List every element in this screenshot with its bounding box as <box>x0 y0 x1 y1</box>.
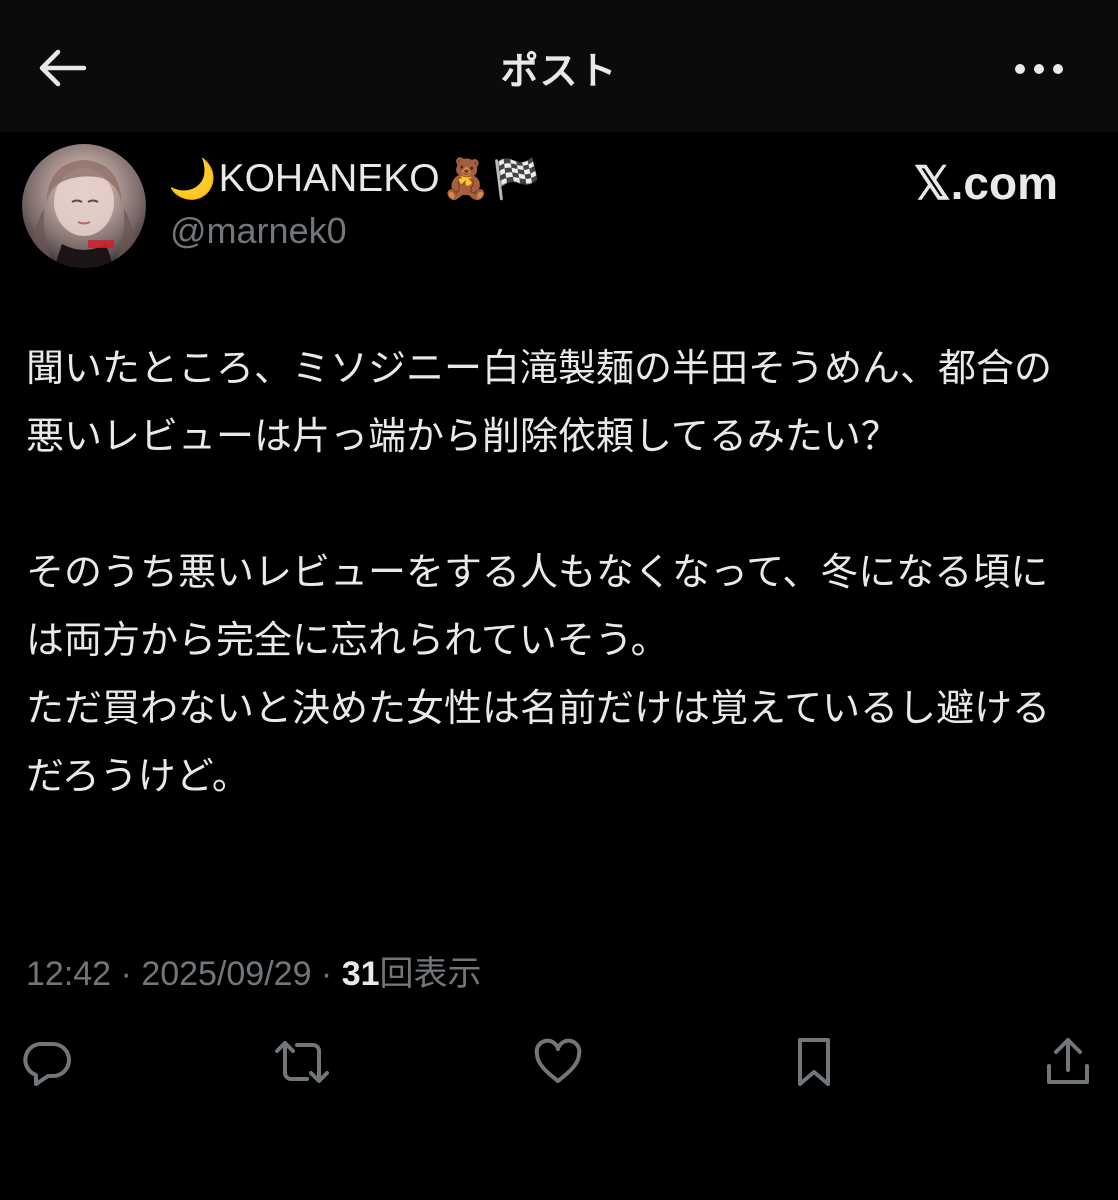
repost-icon <box>275 1041 329 1083</box>
page-title: ポスト <box>500 49 618 93</box>
x-com-watermark: 𝕏 .com <box>914 156 1058 210</box>
share-button[interactable] <box>1036 1030 1100 1094</box>
post-time[interactable]: 12:42 <box>26 955 111 993</box>
like-button[interactable] <box>526 1030 590 1094</box>
share-icon <box>1047 1038 1089 1084</box>
repost-button[interactable] <box>270 1030 334 1094</box>
views-count[interactable]: 31 <box>342 955 380 993</box>
user-handle[interactable]: @marnek0 <box>170 210 347 252</box>
views-label: 回表示 <box>379 955 482 993</box>
post-paragraph: そのうち悪いレビューをする人もなくなって、冬になる頃には両方から完全に忘れられて… <box>26 550 1049 662</box>
post-text: 聞いたところ、ミソジニー白滝製麺の半田そうめん、都合の悪いレビューは片っ端から削… <box>26 334 1086 810</box>
post-paragraph: ただ買わないと決めた女性は名前だけは覚えているし避けるだろうけど。 <box>26 686 1051 798</box>
action-bar <box>0 1030 1118 1100</box>
meta-separator: · <box>311 955 342 993</box>
more-options-button[interactable] <box>1004 42 1074 96</box>
like-icon <box>534 1038 582 1083</box>
more-dots-icon <box>1015 64 1063 74</box>
meta-separator: · <box>111 955 142 993</box>
reply-button[interactable] <box>16 1030 80 1094</box>
post-metadata: 12:42 · 2025/09/29 · 31回表示 <box>26 946 482 995</box>
avatar[interactable] <box>22 144 146 268</box>
post-date[interactable]: 2025/09/29 <box>141 955 311 993</box>
display-name[interactable]: 🌙 KOHANEKO 🧸 🏁 <box>168 156 541 202</box>
brand-domain-label: .com <box>950 157 1058 209</box>
teddy-bear-emoji: 🧸 <box>441 158 491 201</box>
bookmark-button[interactable] <box>782 1030 846 1094</box>
top-bar: ポスト <box>0 0 1118 132</box>
x-logo-icon: 𝕏 <box>913 157 951 209</box>
bookmark-icon <box>798 1038 830 1086</box>
reply-icon <box>23 1041 71 1086</box>
display-name-text: KOHANEKO <box>218 157 440 200</box>
checkered-flag-emoji: 🏁 <box>492 158 541 201</box>
post-paragraph: 聞いたところ、ミソジニー白滝製麺の半田そうめん、都合の悪いレビューは片っ端から削… <box>26 346 1053 458</box>
moon-emoji: 🌙 <box>168 158 217 201</box>
avatar-portrait-image <box>31 160 137 268</box>
